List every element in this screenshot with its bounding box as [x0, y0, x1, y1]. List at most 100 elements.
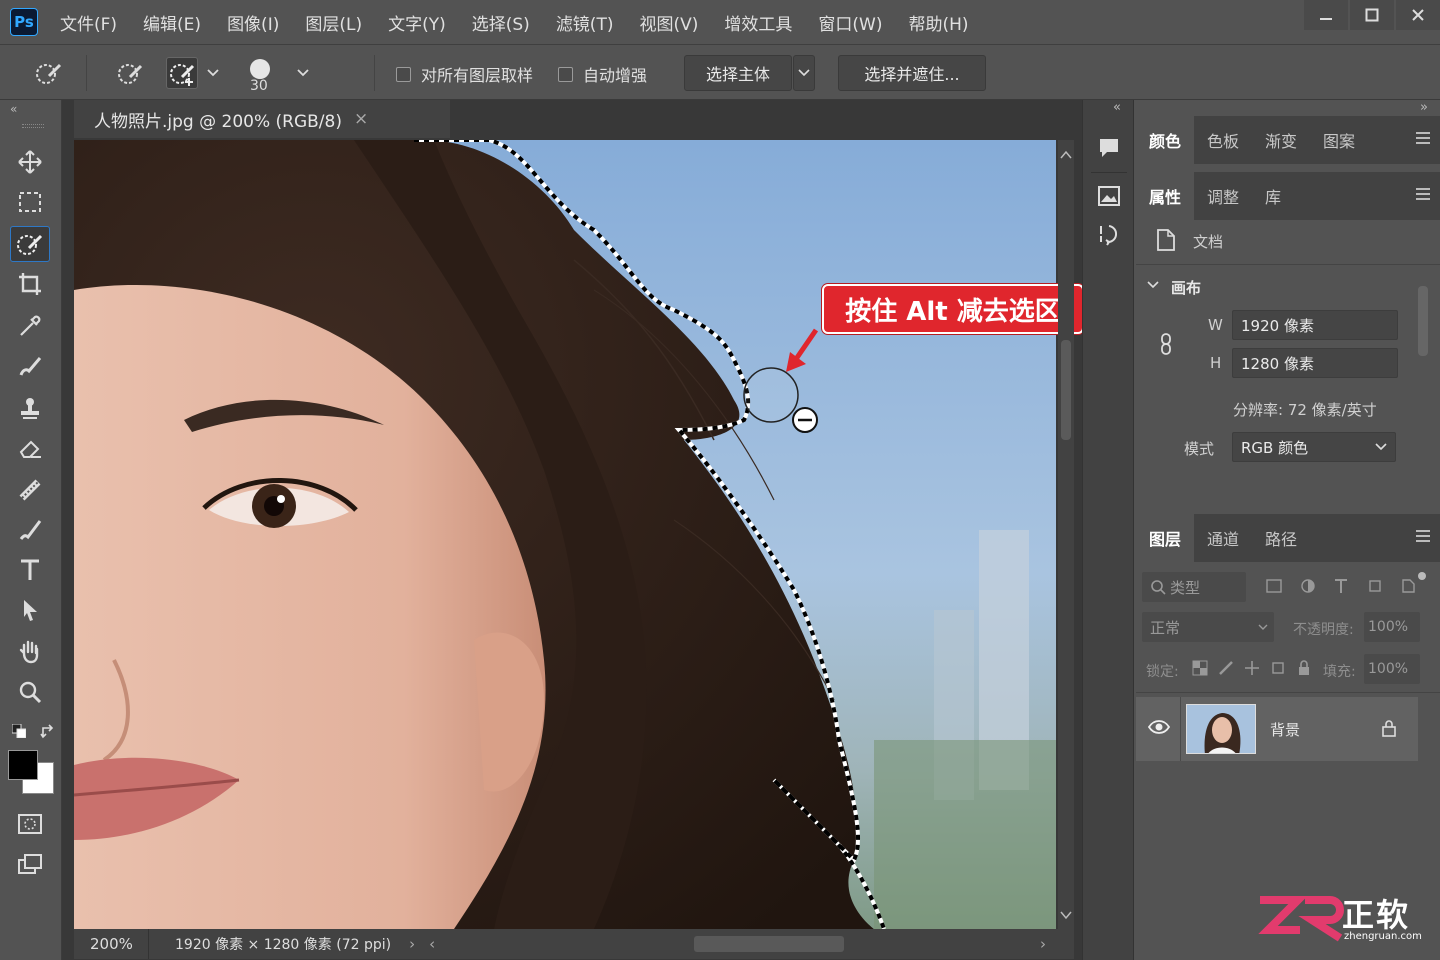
tools-panel: «	[0, 100, 62, 960]
crop-tool-icon[interactable]	[10, 266, 50, 302]
color-mode-select[interactable]: RGB 颜色	[1232, 432, 1396, 462]
layer-lock-icon[interactable]	[1381, 719, 1397, 737]
checkbox-box[interactable]	[558, 66, 573, 82]
separator	[148, 929, 149, 959]
healing-brush-tool-icon[interactable]	[10, 348, 50, 384]
menu-type[interactable]: 文字(Y)	[388, 10, 446, 35]
auto-enhance-label: 自动增强	[583, 66, 648, 85]
brush-tool-icon[interactable]	[10, 512, 50, 548]
chevron-down-icon[interactable]	[203, 57, 223, 89]
menu-image[interactable]: 图像(I)	[227, 10, 279, 35]
tab-patterns[interactable]: 图案	[1310, 116, 1368, 164]
history-icon[interactable]	[1095, 220, 1123, 248]
maximize-icon[interactable]	[1350, 0, 1394, 30]
collapse-strip-icon[interactable]: «	[1113, 100, 1121, 115]
lock-all-icon	[1299, 660, 1309, 675]
hscroll-left-icon[interactable]: ‹	[429, 935, 435, 953]
tab-properties[interactable]: 属性	[1136, 172, 1195, 220]
default-colors-icon[interactable]	[11, 723, 27, 739]
new-selection-brush-icon[interactable]	[114, 57, 146, 89]
expand-panels-icon[interactable]: »	[1420, 100, 1428, 115]
menu-layer[interactable]: 图层(L)	[305, 10, 362, 35]
hand-tool-icon[interactable]	[10, 634, 50, 670]
close-tab-icon[interactable]: ×	[354, 109, 368, 129]
menu-select[interactable]: 选择(S)	[472, 10, 530, 35]
move-tool-icon[interactable]	[10, 144, 50, 180]
tab-paths[interactable]: 路径	[1252, 514, 1310, 562]
menu-file[interactable]: 文件(F)	[60, 10, 117, 35]
panel-menu-icon[interactable]	[1416, 530, 1430, 542]
grip-icon[interactable]	[22, 124, 44, 128]
tab-channels[interactable]: 通道	[1194, 514, 1252, 562]
image-canvas[interactable]	[74, 140, 1056, 929]
lock-icons	[1192, 660, 1312, 678]
tab-libraries[interactable]: 库	[1252, 172, 1294, 220]
fill-label: 填充:	[1323, 664, 1356, 680]
document-tab[interactable]: 人物照片.jpg @ 200% (RGB/8) ×	[74, 100, 450, 138]
vertical-scrollbar[interactable]	[1058, 140, 1074, 929]
add-to-selection-brush-icon[interactable]	[166, 57, 198, 89]
filter-toggle-icon[interactable]	[1418, 572, 1426, 580]
blend-mode-select[interactable]: 正常	[1142, 612, 1274, 642]
quick-mask-icon[interactable]	[10, 806, 50, 842]
tab-layers[interactable]: 图层	[1136, 514, 1195, 562]
canvas-width-field[interactable]: 1920 像素	[1232, 310, 1398, 340]
height-label: H	[1210, 354, 1222, 372]
menu-plugins[interactable]: 增效工具	[724, 10, 792, 35]
width-label: W	[1208, 316, 1223, 334]
select-subject-button[interactable]: 选择主体	[684, 55, 792, 91]
sample-all-layers-checkbox[interactable]: 对所有图层取样	[396, 62, 533, 86]
layer-row-background[interactable]: 背景	[1136, 697, 1418, 761]
collapse-panel-icon[interactable]: «	[10, 102, 17, 116]
type-filter-icon	[1335, 579, 1347, 593]
quick-selection-tool-icon[interactable]	[10, 226, 50, 262]
marquee-tool-icon[interactable]	[10, 184, 50, 220]
auto-enhance-checkbox[interactable]: 自动增强	[558, 62, 647, 86]
zoom-tool-icon[interactable]	[10, 674, 50, 710]
gradient-tool-icon[interactable]	[10, 472, 50, 508]
menu-view[interactable]: 视图(V)	[639, 10, 698, 35]
minimize-icon[interactable]	[1304, 0, 1348, 30]
properties-scroll-thumb[interactable]	[1418, 286, 1428, 356]
zoom-level[interactable]: 200%	[74, 935, 148, 953]
select-subject-dropdown[interactable]	[793, 55, 815, 91]
menu-filter[interactable]: 滤镜(T)	[556, 10, 614, 35]
layer-visibility-eye-icon[interactable]	[1147, 719, 1171, 735]
quick-selection-preset-icon[interactable]	[32, 57, 64, 89]
path-selection-tool-icon[interactable]	[10, 592, 50, 628]
type-tool-icon[interactable]	[10, 552, 50, 588]
panel-menu-icon[interactable]	[1416, 188, 1430, 200]
fill-field[interactable]: 100%	[1364, 654, 1420, 684]
smart-object-filter-icon	[1402, 579, 1415, 593]
select-and-mask-button[interactable]: 选择并遮住...	[838, 55, 986, 91]
link-dimensions-icon[interactable]	[1158, 332, 1174, 356]
collapse-canvas-chevron-icon[interactable]	[1146, 278, 1160, 292]
checkbox-box[interactable]	[396, 66, 411, 82]
menu-help[interactable]: 帮助(H)	[908, 10, 968, 35]
foreground-color-swatch[interactable]	[8, 750, 38, 780]
opacity-field[interactable]: 100%	[1364, 612, 1420, 642]
close-icon[interactable]	[1396, 0, 1440, 30]
canvas-height-field[interactable]: 1280 像素	[1232, 348, 1398, 378]
clone-stamp-tool-icon[interactable]	[10, 390, 50, 426]
navigator-icon[interactable]	[1095, 182, 1123, 210]
eyedropper-tool-icon[interactable]	[10, 308, 50, 344]
swap-colors-icon[interactable]	[40, 724, 56, 740]
brush-options-chevron-icon[interactable]	[292, 57, 314, 89]
info-chevron-right-icon[interactable]: ›	[409, 935, 415, 953]
shape-filter-icon	[1368, 580, 1381, 592]
eraser-tool-icon[interactable]	[10, 430, 50, 466]
panel-menu-icon[interactable]	[1416, 132, 1430, 144]
horizontal-scroll-thumb[interactable]	[694, 936, 844, 952]
screen-mode-icon[interactable]	[10, 846, 50, 882]
hscroll-right-icon[interactable]: ›	[1040, 935, 1046, 953]
tab-color[interactable]: 颜色	[1136, 116, 1195, 164]
tab-gradients[interactable]: 渐变	[1252, 116, 1310, 164]
menu-window[interactable]: 窗口(W)	[818, 10, 882, 35]
tab-swatches[interactable]: 色板	[1194, 116, 1252, 164]
alt-subtract-callout: 按住 Alt 减去选区	[822, 284, 1084, 334]
layer-filter-select[interactable]: 类型	[1142, 572, 1246, 602]
comments-icon[interactable]	[1095, 134, 1123, 162]
menu-edit[interactable]: 编辑(E)	[143, 10, 201, 35]
tab-adjustments[interactable]: 调整	[1194, 172, 1252, 220]
